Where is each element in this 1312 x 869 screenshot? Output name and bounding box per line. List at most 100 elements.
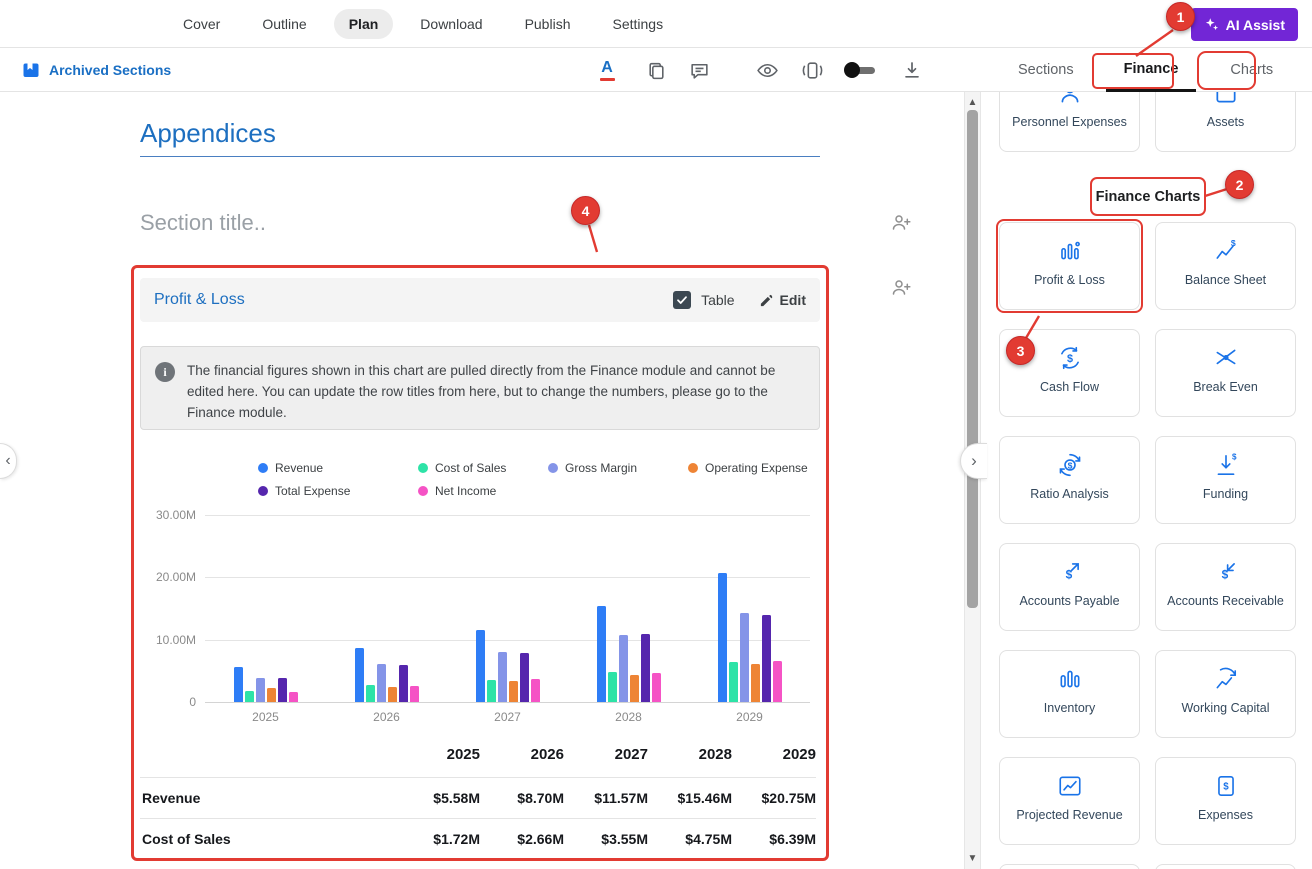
tab-outline[interactable]: Outline	[247, 9, 321, 39]
bar	[607, 672, 617, 702]
bar	[629, 675, 639, 702]
bar-group-2025	[205, 515, 326, 702]
edit-button[interactable]: Edit	[759, 292, 806, 308]
chart-card-inventory[interactable]: Inventory	[999, 650, 1140, 738]
annotation-step-4: 4	[571, 196, 600, 225]
legend-item-net-income[interactable]: Net Income	[418, 484, 548, 498]
row-label[interactable]: Cost of Sales	[140, 819, 396, 860]
chart-card-partial[interactable]	[1155, 864, 1296, 869]
chart-block-title[interactable]: Profit & Loss	[154, 291, 245, 309]
cell: $2.66M	[517, 831, 564, 847]
chart-card-expenses[interactable]: $ Expenses	[1155, 757, 1296, 845]
chart-card-break-even[interactable]: Break Even	[1155, 329, 1296, 417]
tab-cover[interactable]: Cover	[168, 9, 235, 39]
legend-item-total-expense[interactable]: Total Expense	[258, 484, 418, 498]
legend-dot	[688, 463, 698, 473]
chart-card-working-capital[interactable]: Working Capital	[1155, 650, 1296, 738]
chart-card-projected-revenue[interactable]: Projected Revenue	[999, 757, 1140, 845]
chart-card-balance-sheet[interactable]: $ Balance Sheet	[1155, 222, 1296, 310]
tab-download[interactable]: Download	[405, 9, 497, 39]
row-label[interactable]: Gross Margin	[140, 860, 396, 869]
chart-card-profit-loss[interactable]: Profit & Loss	[999, 222, 1140, 310]
document-scrollbar[interactable]: ▲ ▼	[964, 92, 981, 869]
document-canvas: Appendices Section title.. Profit & Loss…	[85, 92, 875, 869]
chart-card-ratio-analysis[interactable]: $ Ratio Analysis	[999, 436, 1140, 524]
panel-tab-charts[interactable]: Charts	[1212, 48, 1291, 92]
section-title-input[interactable]: Section title..	[140, 210, 266, 236]
device-preview-icon[interactable]	[801, 59, 824, 82]
legend-item-revenue[interactable]: Revenue	[258, 461, 418, 475]
panel-tab-sections[interactable]: Sections	[1000, 48, 1092, 92]
profit-loss-icon	[1057, 236, 1083, 266]
tab-settings[interactable]: Settings	[597, 9, 678, 39]
copy-icon[interactable]	[646, 60, 667, 81]
ai-assist-button[interactable]: AI Assist	[1190, 8, 1298, 41]
eye-icon[interactable]	[756, 59, 779, 82]
legend-dot	[418, 486, 428, 496]
comment-icon[interactable]	[689, 60, 710, 81]
accounts-payable-icon: $	[1057, 557, 1083, 587]
balance-sheet-icon: $	[1213, 236, 1239, 266]
table-row-revenue: Revenue $5.58M $8.70M $11.57M $15.46M $2…	[140, 777, 816, 819]
bar-group-2028	[568, 515, 689, 702]
scroll-down-icon[interactable]: ▼	[965, 853, 980, 864]
svg-text:$: $	[1067, 460, 1072, 470]
chart-card-personnel-expenses[interactable]: Personnel Expenses	[999, 92, 1140, 152]
profit-loss-chart: 30.00M 20.00M 10.00M 0 2025 2026 2027 2028 2…	[140, 507, 820, 739]
x-axis-label: 2029	[736, 710, 763, 724]
cell: $8.70M	[517, 790, 564, 806]
chart-legend: Revenue Cost of Sales Gross Margin Opera…	[258, 461, 848, 498]
legend-item-operating-expense[interactable]: Operating Expense	[688, 461, 848, 475]
panel-tab-finance[interactable]: Finance	[1105, 48, 1197, 92]
tab-publish[interactable]: Publish	[510, 9, 586, 39]
legend-dot	[258, 463, 268, 473]
download-icon[interactable]	[902, 60, 922, 80]
cell: $6.39M	[769, 831, 816, 847]
bar-series	[205, 515, 810, 702]
scroll-up-icon[interactable]: ▲	[965, 97, 980, 108]
chart-card-accounts-payable[interactable]: $ Accounts Payable	[999, 543, 1140, 631]
chart-card-partial[interactable]	[999, 864, 1140, 869]
cell: $14.36M	[732, 860, 816, 869]
table-header-row: 2025 2026 2027 2028 2029	[140, 740, 816, 778]
inventory-icon	[1057, 664, 1083, 694]
chart-card-assets[interactable]: Assets	[1155, 92, 1296, 152]
title-underline	[140, 156, 820, 157]
bar	[255, 678, 265, 702]
bar	[475, 629, 485, 702]
info-icon: i	[155, 362, 175, 382]
archived-sections-button[interactable]: Archived Sections	[22, 48, 171, 92]
cell: $5.58M	[433, 790, 480, 806]
scrollbar-thumb[interactable]	[967, 110, 978, 608]
finance-charts-group-label: Finance Charts	[1090, 177, 1206, 216]
chart-card-accounts-receivable[interactable]: $ Accounts Receivable	[1155, 543, 1296, 631]
bar	[618, 635, 628, 702]
pencil-icon	[759, 293, 774, 308]
page-title[interactable]: Appendices	[140, 118, 276, 149]
cell: $15.46M	[677, 790, 732, 806]
svg-text:$: $	[1223, 781, 1229, 792]
left-panel-collapse-button[interactable]: ‹	[0, 443, 17, 479]
working-capital-icon	[1213, 664, 1239, 694]
font-color-icon[interactable]: A	[596, 59, 618, 81]
svg-text:$: $	[1230, 238, 1235, 248]
bar	[508, 680, 518, 702]
x-axis-line	[205, 702, 810, 703]
cell: $3.85M	[396, 860, 480, 869]
sidebar-panel-tabs: Sections Finance Charts	[1000, 48, 1291, 92]
assets-icon	[1213, 92, 1239, 108]
add-collaborator-icon[interactable]	[889, 210, 913, 234]
bar	[640, 634, 650, 702]
chart-card-funding[interactable]: $ Funding	[1155, 436, 1296, 524]
chart-plot-area	[205, 515, 810, 703]
table-checkbox[interactable]	[673, 291, 692, 309]
toggle-switch[interactable]	[844, 61, 876, 79]
column-header: 2026	[530, 746, 564, 763]
legend-item-cost-of-sales[interactable]: Cost of Sales	[418, 461, 548, 475]
cell: $8.02M	[564, 860, 648, 869]
bar	[277, 678, 287, 702]
legend-item-gross-margin[interactable]: Gross Margin	[548, 461, 688, 475]
tab-plan[interactable]: Plan	[333, 9, 394, 39]
add-collaborator-icon[interactable]	[889, 275, 913, 299]
row-label[interactable]: Revenue	[140, 778, 396, 819]
